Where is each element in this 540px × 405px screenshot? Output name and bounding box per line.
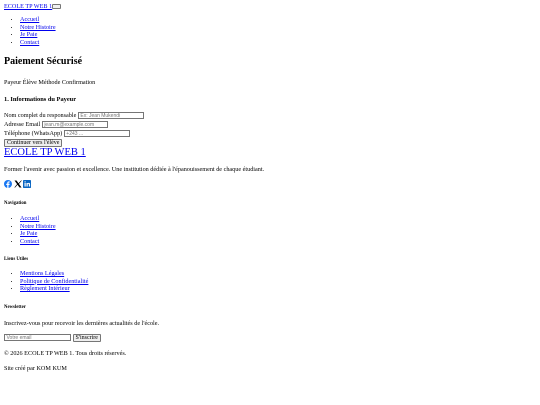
email-input[interactable]: jean.m@example.com bbox=[41, 121, 108, 129]
newsletter-text: Inscrivez-vous pour recevoir les dernièr… bbox=[4, 320, 160, 327]
nav-link-je-paie[interactable]: Je Paie bbox=[20, 31, 37, 38]
hamburger-icon[interactable] bbox=[52, 4, 62, 10]
footer-tagline: Former l'avenir avec passion et excellen… bbox=[4, 166, 265, 173]
step-methode: Méthode bbox=[38, 79, 61, 86]
footer-link-contact[interactable]: Contact bbox=[20, 238, 39, 245]
section-title: 1. Informations du Payeur bbox=[4, 96, 77, 103]
nav-item-accueil: Accueil bbox=[20, 16, 56, 24]
nav-link-contact[interactable]: Contact bbox=[20, 39, 39, 46]
social-links bbox=[4, 180, 31, 188]
nav-item-histoire: Notre Histoire bbox=[20, 24, 56, 32]
header: ECOLE TP WEB 1 bbox=[4, 3, 62, 10]
footer-link-accueil[interactable]: Accueil bbox=[20, 215, 39, 222]
email-label: Adresse Email bbox=[4, 121, 41, 128]
footer-useful-links: Mentions Légales Politique de Confidenti… bbox=[0, 270, 88, 293]
newsletter-heading: Newsletter bbox=[4, 305, 26, 310]
linkedin-icon[interactable] bbox=[23, 180, 31, 188]
reglement-link[interactable]: Règlement Intérieur bbox=[20, 285, 70, 292]
progress-steps: Payeur Élève Méthode Confirmation bbox=[4, 79, 95, 86]
name-label: Nom complet du responsable bbox=[4, 112, 77, 119]
site-credit: Site créé par KOM KUM bbox=[4, 365, 67, 372]
nav-link-histoire[interactable]: Notre Histoire bbox=[20, 24, 56, 31]
footer-nav-heading: Navigation bbox=[4, 201, 27, 206]
field-row-phone: Téléphone (WhatsApp) +243 ... bbox=[4, 130, 130, 138]
phone-input[interactable]: +243 ... bbox=[63, 130, 130, 138]
footer-brand: ECOLE TP WEB 1 bbox=[4, 147, 86, 160]
footer-link-je-paie[interactable]: Je Paie bbox=[20, 230, 37, 237]
brand-link[interactable]: ECOLE TP WEB 1 bbox=[4, 3, 52, 10]
copyright: © 2026 ECOLE TP WEB 1. Tous droits réser… bbox=[4, 350, 127, 357]
footer-link-histoire[interactable]: Notre Histoire bbox=[20, 223, 56, 230]
name-input[interactable]: Ex: Jean Mukendi bbox=[77, 112, 144, 120]
footer-nav-item: Je Paie bbox=[20, 230, 56, 238]
footer-nav: Accueil Notre Histoire Je Paie Contact bbox=[0, 215, 56, 245]
continue-button[interactable]: Continuer vers l'élève bbox=[4, 139, 63, 147]
step-eleve: Élève bbox=[22, 79, 37, 86]
subscribe-button[interactable]: S'inscrire bbox=[72, 334, 101, 342]
mentions-legales-link[interactable]: Mentions Légales bbox=[20, 270, 64, 277]
footer-link-item: Règlement Intérieur bbox=[20, 285, 88, 293]
newsletter-email-input[interactable]: Votre email bbox=[4, 334, 71, 342]
newsletter-form: Votre email S'inscrire bbox=[4, 334, 101, 342]
top-nav: Accueil Notre Histoire Je Paie Contact bbox=[0, 16, 56, 46]
field-row-email: Adresse Email jean.m@example.com bbox=[4, 121, 108, 129]
nav-link-accueil[interactable]: Accueil bbox=[20, 16, 39, 23]
phone-label: Téléphone (WhatsApp) bbox=[4, 130, 63, 137]
footer-brand-link[interactable]: ECOLE TP WEB 1 bbox=[4, 147, 86, 158]
footer-link-item: Politique de Confidentialité bbox=[20, 278, 88, 286]
page-title: Paiement Sécurisé bbox=[4, 56, 83, 67]
nav-item-contact: Contact bbox=[20, 39, 56, 47]
footer-links-heading: Liens Utiles bbox=[4, 257, 29, 262]
facebook-icon[interactable] bbox=[4, 180, 12, 188]
field-row-name: Nom complet du responsable Ex: Jean Muke… bbox=[4, 112, 144, 120]
nav-item-je-paie: Je Paie bbox=[20, 31, 56, 39]
footer-nav-item: Contact bbox=[20, 238, 56, 246]
step-payeur: Payeur bbox=[4, 79, 22, 86]
footer-nav-item: Notre Histoire bbox=[20, 223, 56, 231]
privacy-policy-link[interactable]: Politique de Confidentialité bbox=[20, 278, 88, 285]
continue-row: Continuer vers l'élève bbox=[4, 139, 63, 147]
step-confirmation: Confirmation bbox=[61, 79, 96, 86]
footer-nav-item: Accueil bbox=[20, 215, 56, 223]
footer-link-item: Mentions Légales bbox=[20, 270, 88, 278]
x-icon[interactable] bbox=[13, 180, 22, 188]
